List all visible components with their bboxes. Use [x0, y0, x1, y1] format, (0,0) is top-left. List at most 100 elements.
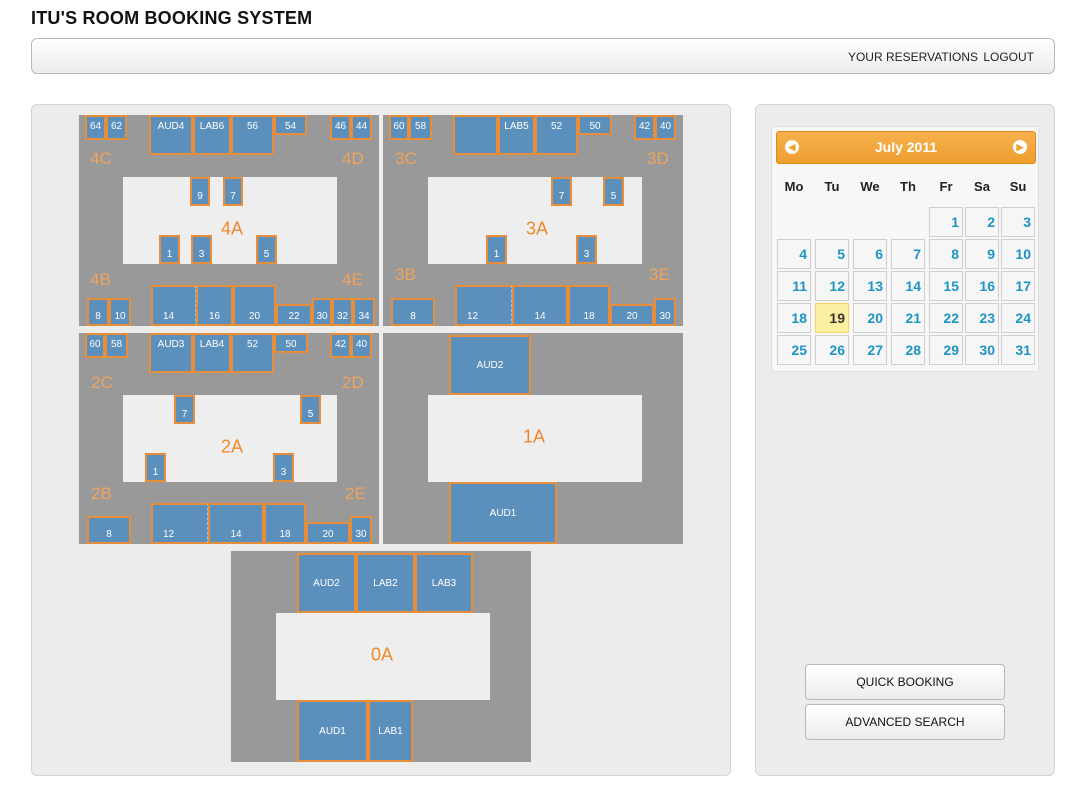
calendar-day[interactable]: 20 [853, 303, 887, 333]
room-2-18[interactable]: 18 [264, 503, 306, 544]
calendar-day[interactable]: 22 [929, 303, 963, 333]
calendar-day[interactable]: 9 [965, 239, 999, 269]
room-2-60[interactable]: 60 [85, 333, 105, 358]
calendar-day[interactable]: 1 [929, 207, 963, 237]
calendar-day[interactable]: 4 [777, 239, 811, 269]
calendar-day[interactable]: 15 [929, 271, 963, 301]
chevron-left-icon[interactable]: ◀ [785, 140, 799, 154]
room-3-7[interactable]: 7 [551, 177, 572, 206]
room-4-10[interactable]: 10 [109, 298, 131, 326]
room-3-18[interactable]: 18 [568, 285, 610, 326]
room-4-44[interactable]: 44 [351, 115, 372, 140]
calendar-day-today[interactable]: 19 [815, 303, 849, 333]
calendar-day[interactable]: 31 [1001, 335, 1035, 365]
calendar-day[interactable]: 16 [965, 271, 999, 301]
room-4-1[interactable]: 1 [159, 235, 180, 264]
calendar-day[interactable]: 30 [965, 335, 999, 365]
room-0-lab3[interactable]: LAB3 [415, 553, 473, 613]
room-4-16[interactable]: 16 [196, 285, 233, 326]
room-4-46[interactable]: 46 [330, 115, 351, 140]
room-2-lab4[interactable]: LAB4 [193, 333, 231, 373]
quick-booking-button[interactable]: QUICK BOOKING [805, 664, 1005, 700]
calendar-day[interactable]: 6 [853, 239, 887, 269]
room-2-42[interactable]: 42 [330, 333, 351, 358]
room-4-22[interactable]: 22 [276, 304, 312, 326]
room-0-lab2[interactable]: LAB2 [356, 553, 415, 613]
room-2-40[interactable]: 40 [351, 333, 372, 358]
calendar-day[interactable]: 2 [965, 207, 999, 237]
room-0-aud1[interactable]: AUD1 [297, 700, 368, 762]
calendar-day[interactable]: 11 [777, 271, 811, 301]
room-3-58[interactable]: 58 [409, 115, 432, 140]
calendar-day[interactable]: 12 [815, 271, 849, 301]
calendar-day[interactable]: 14 [891, 271, 925, 301]
your-reservations-link[interactable]: YOUR RESERVATIONS [848, 50, 978, 64]
room-3-8[interactable]: 8 [391, 298, 435, 326]
calendar-day[interactable]: 23 [965, 303, 999, 333]
room-3-42[interactable]: 42 [634, 115, 655, 140]
room-4-14[interactable]: 14 [151, 285, 196, 326]
room-4-lab6[interactable]: LAB6 [193, 115, 231, 155]
calendar-day[interactable]: 18 [777, 303, 811, 333]
room-2-30[interactable]: 30 [350, 516, 372, 544]
room-2-58[interactable]: 58 [105, 333, 128, 358]
calendar-day[interactable]: 24 [1001, 303, 1035, 333]
room-4-64[interactable]: 64 [85, 115, 106, 140]
chevron-right-icon[interactable]: ▶ [1013, 140, 1027, 154]
calendar-day[interactable]: 25 [777, 335, 811, 365]
room-2-50[interactable]: 50 [274, 333, 308, 353]
room-2-1[interactable]: 1 [145, 453, 166, 482]
room-3-unlabeled[interactable] [453, 115, 498, 155]
room-4-7[interactable]: 7 [223, 177, 243, 206]
room-2-12[interactable]: 12 [151, 503, 208, 544]
room-4-3[interactable]: 3 [191, 235, 212, 264]
room-2-52[interactable]: 52 [231, 333, 274, 373]
calendar-day[interactable]: 8 [929, 239, 963, 269]
room-2-7[interactable]: 7 [174, 395, 195, 424]
calendar-day[interactable]: 3 [1001, 207, 1035, 237]
calendar-day[interactable]: 13 [853, 271, 887, 301]
room-3-5[interactable]: 5 [603, 177, 624, 206]
calendar-day[interactable]: 29 [929, 335, 963, 365]
room-4-56[interactable]: 56 [231, 115, 274, 155]
calendar-day[interactable]: 21 [891, 303, 925, 333]
room-3-20[interactable]: 20 [610, 304, 654, 326]
room-0-lab1[interactable]: LAB1 [368, 700, 413, 762]
advanced-search-button[interactable]: ADVANCED SEARCH [805, 704, 1005, 740]
room-3-12[interactable]: 12 [455, 285, 512, 326]
calendar-day[interactable]: 7 [891, 239, 925, 269]
room-3-lab5[interactable]: LAB5 [498, 115, 535, 155]
logout-link[interactable]: LOGOUT [983, 50, 1034, 64]
room-3-40[interactable]: 40 [655, 115, 676, 140]
room-4-30[interactable]: 30 [312, 298, 332, 326]
room-1-aud2[interactable]: AUD2 [449, 335, 531, 395]
calendar-day[interactable]: 17 [1001, 271, 1035, 301]
room-1-aud1[interactable]: AUD1 [449, 482, 557, 544]
calendar-day[interactable]: 10 [1001, 239, 1035, 269]
room-2-3[interactable]: 3 [273, 453, 294, 482]
room-4-5[interactable]: 5 [256, 235, 277, 264]
room-3-52[interactable]: 52 [535, 115, 578, 155]
calendar-day[interactable]: 5 [815, 239, 849, 269]
room-4-20[interactable]: 20 [233, 285, 276, 326]
room-4-9[interactable]: 9 [190, 177, 210, 206]
room-3-1[interactable]: 1 [486, 235, 507, 264]
room-4-8[interactable]: 8 [87, 298, 109, 326]
room-4-62[interactable]: 62 [106, 115, 127, 140]
room-4-34[interactable]: 34 [353, 298, 375, 326]
calendar-day[interactable]: 27 [853, 335, 887, 365]
room-4-54[interactable]: 54 [274, 115, 307, 135]
room-2-8[interactable]: 8 [87, 516, 131, 544]
room-2-14[interactable]: 14 [208, 503, 264, 544]
room-3-60[interactable]: 60 [389, 115, 409, 140]
room-3-50[interactable]: 50 [578, 115, 612, 135]
room-2-5[interactable]: 5 [300, 395, 321, 424]
room-3-30[interactable]: 30 [654, 298, 676, 326]
room-2-aud3[interactable]: AUD3 [149, 333, 193, 373]
room-0-aud2[interactable]: AUD2 [297, 553, 356, 613]
room-3-14[interactable]: 14 [512, 285, 568, 326]
room-2-20[interactable]: 20 [306, 522, 350, 544]
room-4-aud4[interactable]: AUD4 [149, 115, 193, 155]
room-4-32[interactable]: 32 [332, 298, 353, 326]
calendar-day[interactable]: 26 [815, 335, 849, 365]
